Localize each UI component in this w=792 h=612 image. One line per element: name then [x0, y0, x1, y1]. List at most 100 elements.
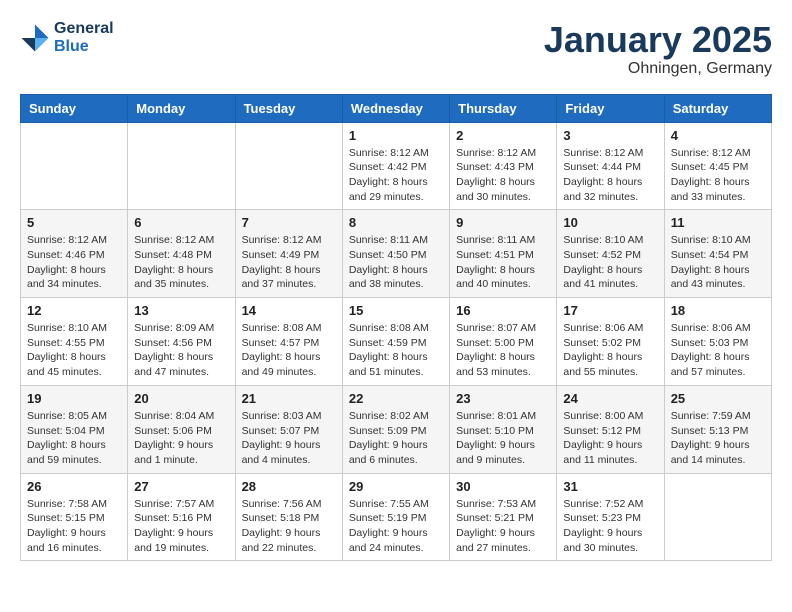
day-number: 31 [563, 479, 657, 494]
logo: General Blue [20, 20, 114, 56]
day-info: Sunrise: 8:01 AM Sunset: 5:10 PM Dayligh… [456, 409, 550, 468]
day-info: Sunrise: 8:12 AM Sunset: 4:48 PM Dayligh… [134, 233, 228, 292]
day-number: 15 [349, 303, 443, 318]
day-info: Sunrise: 8:00 AM Sunset: 5:12 PM Dayligh… [563, 409, 657, 468]
calendar-header-row: SundayMondayTuesdayWednesdayThursdayFrid… [21, 94, 772, 122]
day-info: Sunrise: 7:55 AM Sunset: 5:19 PM Dayligh… [349, 497, 443, 556]
title-section: January 2025 Ohningen, Germany [544, 20, 772, 78]
calendar-cell: 26 Sunrise: 7:58 AM Sunset: 5:15 PM Dayli… [21, 473, 128, 561]
day-info: Sunrise: 8:04 AM Sunset: 5:06 PM Dayligh… [134, 409, 228, 468]
day-number: 21 [242, 391, 336, 406]
day-info: Sunrise: 8:11 AM Sunset: 4:50 PM Dayligh… [349, 233, 443, 292]
calendar-cell: 7 Sunrise: 8:12 AM Sunset: 4:49 PM Daylig… [235, 210, 342, 298]
day-number: 6 [134, 215, 228, 230]
calendar-cell [235, 122, 342, 210]
calendar-cell: 6 Sunrise: 8:12 AM Sunset: 4:48 PM Daylig… [128, 210, 235, 298]
day-number: 13 [134, 303, 228, 318]
day-number: 14 [242, 303, 336, 318]
calendar-cell: 28 Sunrise: 7:56 AM Sunset: 5:18 PM Dayli… [235, 473, 342, 561]
day-info: Sunrise: 8:12 AM Sunset: 4:42 PM Dayligh… [349, 146, 443, 205]
calendar-cell: 23 Sunrise: 8:01 AM Sunset: 5:10 PM Dayli… [450, 385, 557, 473]
calendar-cell: 22Sunrise: 8:02 AM Sunset: 5:09 PM Dayli… [342, 385, 449, 473]
day-number: 5 [27, 215, 121, 230]
day-number: 3 [563, 128, 657, 143]
logo-text: General Blue [54, 20, 114, 56]
day-info: Sunrise: 8:09 AM Sunset: 4:56 PM Dayligh… [134, 321, 228, 380]
day-info: Sunrise: 8:05 AM Sunset: 5:04 PM Dayligh… [27, 409, 121, 468]
day-info: Sunrise: 8:08 AM Sunset: 4:59 PM Dayligh… [349, 321, 443, 380]
day-info: Sunrise: 8:12 AM Sunset: 4:45 PM Dayligh… [671, 146, 765, 205]
day-info: Sunrise: 8:12 AM Sunset: 4:49 PM Dayligh… [242, 233, 336, 292]
day-number: 29 [349, 479, 443, 494]
day-info: Sunrise: 7:58 AM Sunset: 5:15 PM Dayligh… [27, 497, 121, 556]
weekday-header-friday: Friday [557, 94, 664, 122]
calendar-week-4: 19Sunrise: 8:05 AM Sunset: 5:04 PM Dayli… [21, 385, 772, 473]
calendar-cell: 21Sunrise: 8:03 AM Sunset: 5:07 PM Dayli… [235, 385, 342, 473]
day-info: Sunrise: 7:52 AM Sunset: 5:23 PM Dayligh… [563, 497, 657, 556]
day-number: 7 [242, 215, 336, 230]
day-number: 26 [27, 479, 121, 494]
weekday-header-wednesday: Wednesday [342, 94, 449, 122]
calendar-week-3: 12 Sunrise: 8:10 AM Sunset: 4:55 PM Dayli… [21, 298, 772, 386]
day-number: 27 [134, 479, 228, 494]
day-info: Sunrise: 8:06 AM Sunset: 5:03 PM Dayligh… [671, 321, 765, 380]
day-info: Sunrise: 8:10 AM Sunset: 4:52 PM Dayligh… [563, 233, 657, 292]
calendar-cell: 1Sunrise: 8:12 AM Sunset: 4:42 PM Daylig… [342, 122, 449, 210]
calendar-cell: 30Sunrise: 7:53 AM Sunset: 5:21 PM Dayli… [450, 473, 557, 561]
weekday-header-monday: Monday [128, 94, 235, 122]
day-number: 9 [456, 215, 550, 230]
calendar-table: SundayMondayTuesdayWednesdayThursdayFrid… [20, 94, 772, 562]
day-number: 20 [134, 391, 228, 406]
day-number: 30 [456, 479, 550, 494]
month-title: January 2025 [544, 20, 772, 60]
calendar-cell: 3 Sunrise: 8:12 AM Sunset: 4:44 PM Daylig… [557, 122, 664, 210]
calendar-cell [128, 122, 235, 210]
calendar-cell: 9Sunrise: 8:11 AM Sunset: 4:51 PM Daylig… [450, 210, 557, 298]
day-info: Sunrise: 7:59 AM Sunset: 5:13 PM Dayligh… [671, 409, 765, 468]
day-number: 8 [349, 215, 443, 230]
calendar-cell: 14Sunrise: 8:08 AM Sunset: 4:57 PM Dayli… [235, 298, 342, 386]
day-info: Sunrise: 8:10 AM Sunset: 4:54 PM Dayligh… [671, 233, 765, 292]
day-number: 11 [671, 215, 765, 230]
calendar-cell: 24Sunrise: 8:00 AM Sunset: 5:12 PM Dayli… [557, 385, 664, 473]
page-header: General Blue January 2025 Ohningen, Germ… [20, 20, 772, 78]
weekday-header-saturday: Saturday [664, 94, 771, 122]
calendar-cell [21, 122, 128, 210]
day-number: 25 [671, 391, 765, 406]
calendar-cell: 5Sunrise: 8:12 AM Sunset: 4:46 PM Daylig… [21, 210, 128, 298]
day-info: Sunrise: 8:06 AM Sunset: 5:02 PM Dayligh… [563, 321, 657, 380]
calendar-week-1: 1Sunrise: 8:12 AM Sunset: 4:42 PM Daylig… [21, 122, 772, 210]
calendar-cell: 12 Sunrise: 8:10 AM Sunset: 4:55 PM Dayli… [21, 298, 128, 386]
day-info: Sunrise: 7:56 AM Sunset: 5:18 PM Dayligh… [242, 497, 336, 556]
day-number: 4 [671, 128, 765, 143]
calendar-cell: 16Sunrise: 8:07 AM Sunset: 5:00 PM Dayli… [450, 298, 557, 386]
calendar-cell: 19Sunrise: 8:05 AM Sunset: 5:04 PM Dayli… [21, 385, 128, 473]
day-number: 10 [563, 215, 657, 230]
weekday-header-tuesday: Tuesday [235, 94, 342, 122]
calendar-cell: 4 Sunrise: 8:12 AM Sunset: 4:45 PM Daylig… [664, 122, 771, 210]
calendar-week-5: 26 Sunrise: 7:58 AM Sunset: 5:15 PM Dayli… [21, 473, 772, 561]
weekday-header-sunday: Sunday [21, 94, 128, 122]
day-number: 18 [671, 303, 765, 318]
day-info: Sunrise: 8:12 AM Sunset: 4:43 PM Dayligh… [456, 146, 550, 205]
day-number: 2 [456, 128, 550, 143]
day-info: Sunrise: 8:12 AM Sunset: 4:44 PM Dayligh… [563, 146, 657, 205]
day-number: 17 [563, 303, 657, 318]
day-number: 12 [27, 303, 121, 318]
logo-icon [20, 23, 50, 53]
day-info: Sunrise: 7:57 AM Sunset: 5:16 PM Dayligh… [134, 497, 228, 556]
calendar-cell: 18 Sunrise: 8:06 AM Sunset: 5:03 PM Dayli… [664, 298, 771, 386]
calendar-cell: 31 Sunrise: 7:52 AM Sunset: 5:23 PM Dayli… [557, 473, 664, 561]
day-number: 23 [456, 391, 550, 406]
day-info: Sunrise: 8:07 AM Sunset: 5:00 PM Dayligh… [456, 321, 550, 380]
calendar-cell [664, 473, 771, 561]
calendar-cell: 11 Sunrise: 8:10 AM Sunset: 4:54 PM Dayli… [664, 210, 771, 298]
calendar-cell: 13 Sunrise: 8:09 AM Sunset: 4:56 PM Dayli… [128, 298, 235, 386]
day-number: 28 [242, 479, 336, 494]
calendar-cell: 27 Sunrise: 7:57 AM Sunset: 5:16 PM Dayli… [128, 473, 235, 561]
calendar-cell: 29 Sunrise: 7:55 AM Sunset: 5:19 PM Dayli… [342, 473, 449, 561]
weekday-header-thursday: Thursday [450, 94, 557, 122]
calendar-cell: 20 Sunrise: 8:04 AM Sunset: 5:06 PM Dayli… [128, 385, 235, 473]
day-info: Sunrise: 8:10 AM Sunset: 4:55 PM Dayligh… [27, 321, 121, 380]
calendar-week-2: 5Sunrise: 8:12 AM Sunset: 4:46 PM Daylig… [21, 210, 772, 298]
